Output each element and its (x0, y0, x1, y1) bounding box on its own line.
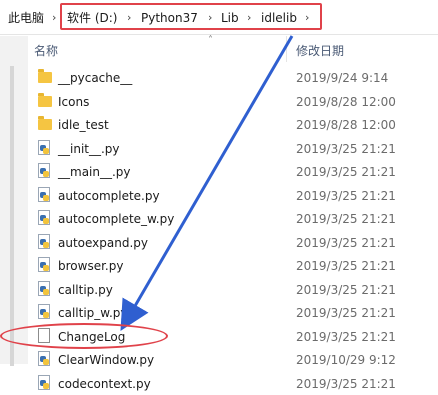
file-name: codecontext.py (58, 376, 151, 391)
python-file-icon (36, 374, 52, 391)
clearwindow-highlight-ellipse (0, 323, 168, 349)
file-date: 2019/3/25 21:21 (296, 376, 396, 391)
file-row[interactable]: codecontext.py 2019/3/25 21:21 (28, 372, 438, 395)
annotation-arrow (120, 35, 294, 331)
